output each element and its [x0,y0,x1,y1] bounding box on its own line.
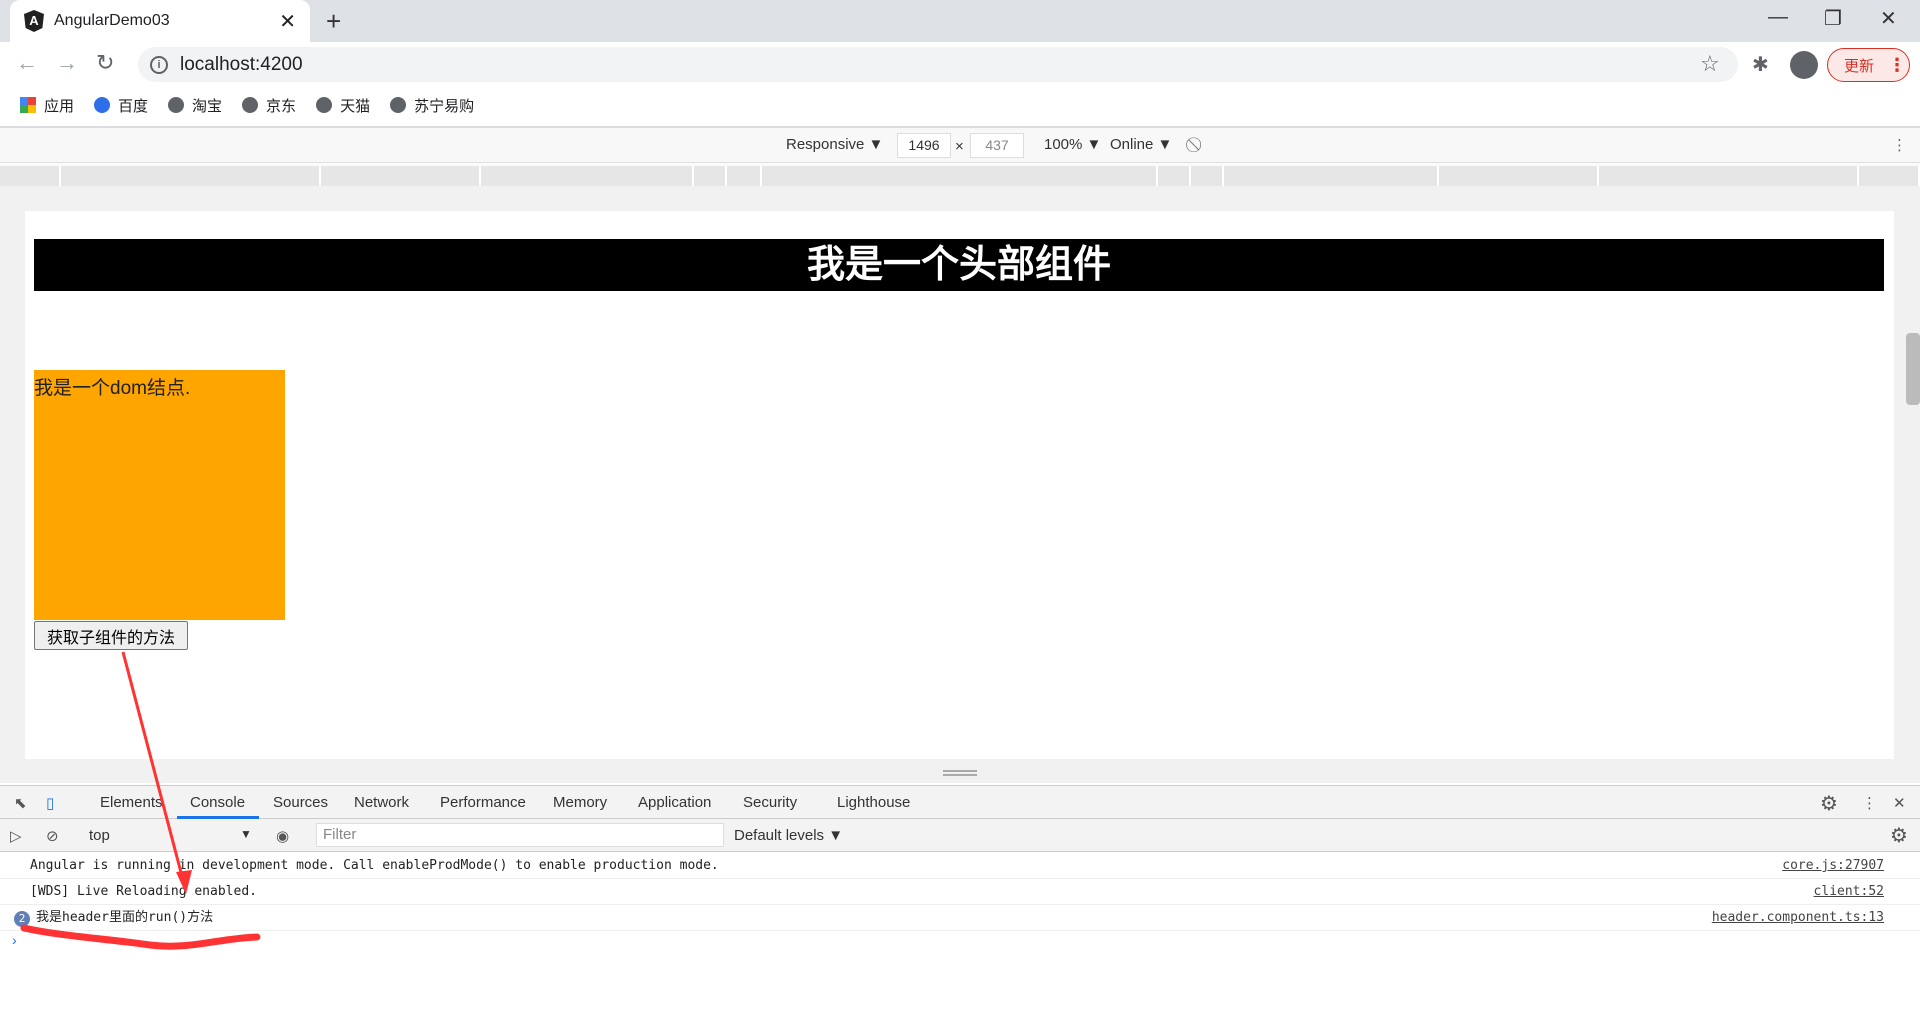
more-options-icon[interactable]: ⋮ [1892,136,1907,154]
close-devtools-icon[interactable]: ✕ [1893,794,1906,812]
resize-handle[interactable] [943,770,977,776]
tab-memory[interactable]: Memory [553,794,607,811]
bookmark-jd[interactable]: 京东 [242,95,296,116]
bookmark-label: 天猫 [340,97,371,115]
extensions-icon[interactable]: ✱ [1752,52,1769,77]
close-tab-icon[interactable]: ✕ [279,9,296,34]
devtools-tabbar: ⬉ ▯ Elements Console Sources Network Per… [0,785,1920,819]
levels-select[interactable]: Default levels ▼ [734,827,843,844]
device-toggle-icon[interactable]: ▯ [46,794,54,812]
console-message: Angular is running in development mode. … [0,853,1920,879]
browser-tab[interactable]: A AngularDemo03 ✕ [10,0,310,42]
bookmarks-bar: 应用 百度 淘宝 京东 天猫 苏宁易购 [0,84,1920,128]
message-text: Angular is running in development mode. … [30,858,719,873]
tab-performance[interactable]: Performance [440,794,526,811]
more-icon[interactable]: ⋮ [1862,794,1877,812]
reload-button[interactable]: ↻ [96,50,114,76]
tab-network[interactable]: Network [354,794,409,811]
tab-security[interactable]: Security [743,794,797,811]
console-settings-icon[interactable]: ⚙ [1890,823,1908,848]
close-window-button[interactable]: ✕ [1880,6,1897,31]
new-tab-button[interactable]: + [326,6,341,37]
tab-title: AngularDemo03 [54,12,170,29]
tab-application[interactable]: Application [638,794,711,811]
message-text: 我是header里面的run()方法 [36,910,214,925]
minimize-button[interactable]: — [1768,6,1788,29]
message-text: [WDS] Live Reloading enabled. [30,884,257,899]
filter-input[interactable]: Filter [316,823,724,847]
globe-icon [242,97,259,113]
bookmark-label: 百度 [118,97,149,115]
console-prompt[interactable]: › [12,932,17,948]
page-viewport [25,211,1894,759]
context-select[interactable]: top [89,827,110,844]
globe-icon [168,97,185,113]
bookmark-apps[interactable]: 应用 [20,95,74,116]
device-toolbar: Responsive ▼ 1496 × 437 100% ▼ Online ▼ … [0,128,1920,163]
back-button[interactable]: ← [16,50,38,76]
update-button[interactable]: 更新 ⋮ [1827,48,1910,82]
zoom-select[interactable]: 100% ▼ [1044,136,1101,153]
get-child-method-button[interactable]: 获取子组件的方法 [34,621,188,650]
restore-button[interactable]: ❐ [1824,6,1842,31]
baidu-icon [94,97,111,113]
clear-console-icon[interactable]: ⊘ [46,827,59,845]
box-text: 我是一个dom结点. [34,378,191,399]
bookmark-label: 京东 [266,97,297,115]
tab-console[interactable]: Console [190,794,245,811]
bookmark-suning[interactable]: 苏宁易购 [390,95,474,116]
angular-icon: A [24,10,44,32]
bookmark-label: 苏宁易购 [414,97,475,115]
source-link[interactable]: core.js:27907 [1782,853,1884,879]
bookmark-label: 应用 [44,97,75,115]
bookmark-label: 淘宝 [192,97,223,115]
profile-avatar[interactable] [1790,51,1818,79]
chevron-down-icon[interactable]: ▼ [240,827,252,841]
console-message: 2 我是header里面的run()方法 header.component.ts:1… [0,905,1920,931]
device-select[interactable]: Responsive ▼ [786,136,883,153]
sidebar-toggle-icon[interactable]: ▷ [10,827,22,845]
tab-lighthouse[interactable]: Lighthouse [837,794,910,811]
settings-icon[interactable]: ⚙ [1820,791,1838,816]
source-link[interactable]: header.component.ts:13 [1712,905,1884,931]
header-component: 我是一个头部组件 [34,239,1884,291]
inspect-icon[interactable]: ⬉ [14,794,27,812]
tab-elements[interactable]: Elements [100,794,163,811]
globe-icon [316,97,333,113]
apps-icon [20,97,36,113]
console-message: [WDS] Live Reloading enabled. client:52 [0,879,1920,905]
address-bar[interactable]: i localhost:4200 [138,47,1738,82]
tab-sources[interactable]: Sources [273,794,328,811]
dom-box: 我是一个dom结点. [34,370,285,620]
network-select[interactable]: Online ▼ [1110,136,1172,153]
forward-button[interactable]: → [56,50,78,76]
times-label: × [955,138,964,155]
bookmark-tmall[interactable]: 天猫 [316,95,370,116]
bookmark-baidu[interactable]: 百度 [94,95,148,116]
eye-icon[interactable]: ◉ [276,827,289,845]
width-input[interactable]: 1496 [897,133,951,158]
media-query-ruler[interactable] [0,164,1920,186]
height-input[interactable]: 437 [970,133,1024,158]
globe-icon [390,97,407,113]
repeat-count-badge: 2 [14,911,30,927]
source-link[interactable]: client:52 [1814,879,1884,905]
info-icon[interactable]: i [150,55,168,74]
bookmark-star-icon[interactable]: ☆ [1700,51,1720,77]
scrollbar[interactable] [1906,333,1920,405]
console-toolbar: ▷ ⊘ top ▼ ◉ Filter Default levels ▼ ⚙ [0,819,1920,852]
menu-dots-icon: ⋮ [1888,54,1907,75]
url-text: localhost:4200 [180,53,303,75]
update-label: 更新 [1844,57,1875,75]
bookmark-taobao[interactable]: 淘宝 [168,95,222,116]
